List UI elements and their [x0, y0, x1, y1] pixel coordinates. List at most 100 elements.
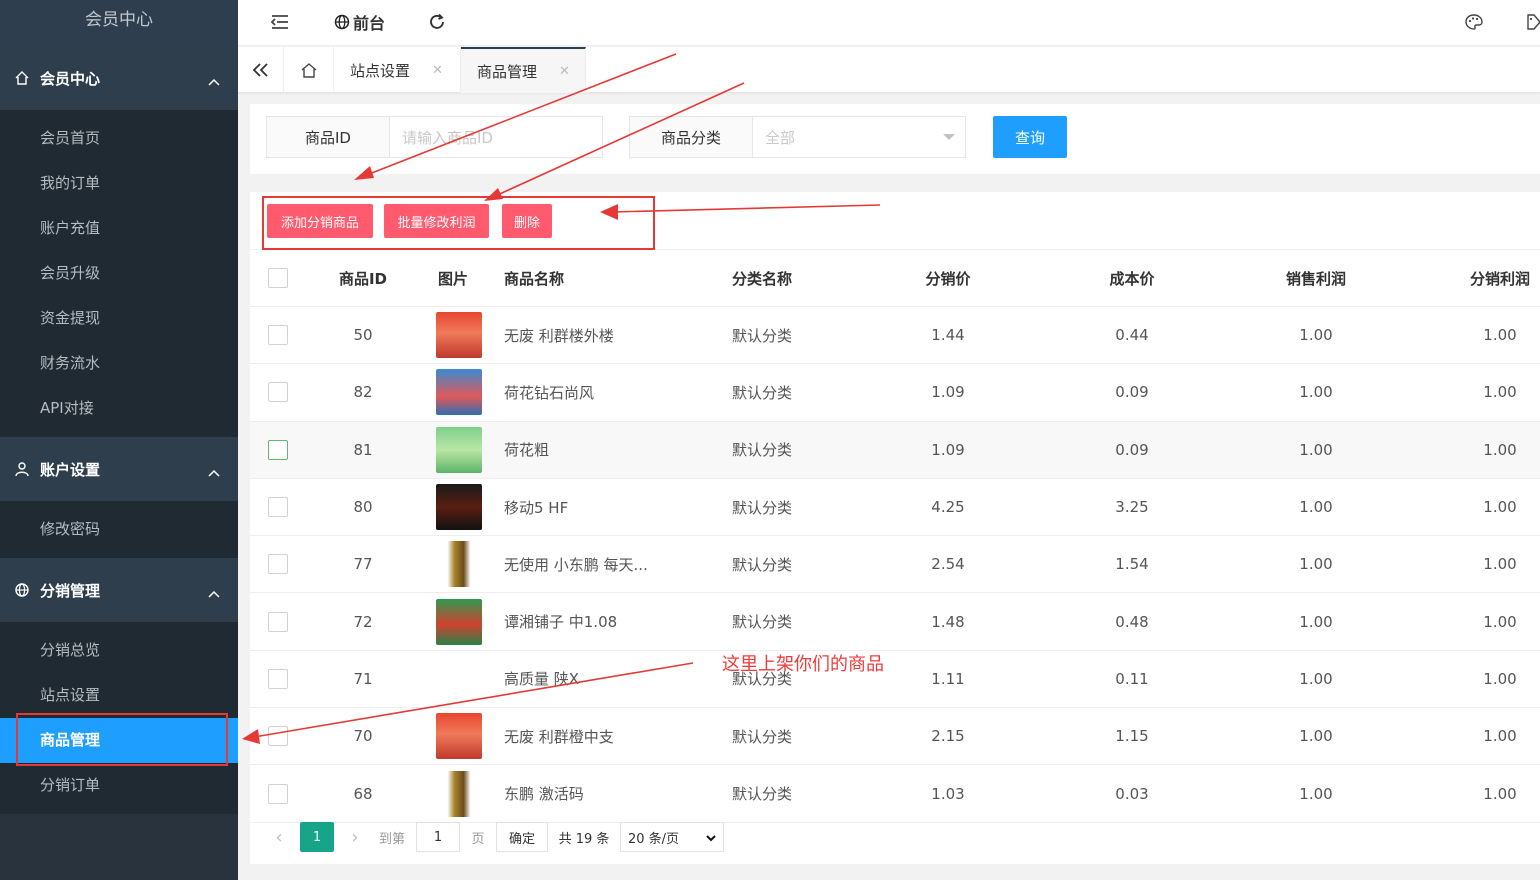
cell-dist-profit: 1.00: [1483, 669, 1517, 688]
annotation-note: 这里上架你们的商品: [722, 654, 884, 675]
category-select[interactable]: 全部: [753, 117, 965, 157]
row-checkbox[interactable]: [268, 422, 288, 478]
sidebar-item-overview[interactable]: 分销总览: [0, 628, 238, 673]
table-row[interactable]: 81 荷花粗 默认分类 1.09 0.09 1.00 1.00: [250, 421, 1540, 479]
next-page-icon[interactable]: ›: [342, 822, 368, 852]
goto-page-input[interactable]: 1: [416, 822, 460, 852]
sidebar-group-member[interactable]: 会员中心: [0, 46, 238, 110]
palette-icon[interactable]: [1464, 0, 1484, 44]
cell-dist-price: 1.03: [931, 784, 965, 803]
row-checkbox[interactable]: [268, 651, 288, 707]
prev-page-icon[interactable]: ‹: [266, 822, 292, 852]
row-checkbox[interactable]: [268, 479, 288, 535]
close-icon[interactable]: ✕: [432, 63, 443, 78]
cell-category: 默认分类: [732, 785, 793, 804]
sidebar-item-api[interactable]: API对接: [0, 386, 238, 431]
cell-cost-price: 3.25: [1115, 498, 1149, 517]
cell-product-id: 80: [353, 498, 373, 517]
row-checkbox[interactable]: [268, 307, 288, 363]
table-row[interactable]: 77 无使用 小东鹏 每天... 默认分类 2.54 1.54 1.00 1.00: [250, 536, 1540, 594]
chevron-up-icon: [208, 584, 220, 602]
cell-dist-profit: 1.00: [1483, 612, 1517, 631]
cell-cost-price: 0.48: [1115, 612, 1149, 631]
cell-category: 默认分类: [732, 613, 793, 632]
table-row[interactable]: 70 无废 利群橙中支 默认分类 2.15 1.15 1.00 1.00: [250, 708, 1540, 766]
goto-label: 到第: [378, 831, 405, 847]
cell-product-id: 68: [353, 784, 373, 803]
cell-category: 默认分类: [732, 383, 793, 402]
sidebar-group-label: 会员中心: [40, 69, 101, 88]
sidebar-item-site-settings[interactable]: 站点设置: [0, 673, 238, 718]
category-field: 商品分类 全部: [629, 116, 966, 158]
page-size-value: 20 条/页: [628, 831, 680, 847]
col-header: 分销价: [925, 269, 971, 288]
cell-product-name: 谭湘铺子 中1.08: [504, 613, 618, 632]
col-header: 分类名称: [732, 269, 793, 288]
row-checkbox[interactable]: [268, 708, 288, 764]
cell-product-name: 荷花粗: [504, 441, 550, 460]
table-header: 商品ID 图片 商品名称 分类名称 分销价 成本价 销售利润 分销利润: [250, 249, 1540, 307]
chevron-up-icon: [208, 463, 220, 481]
sidebar-group-distribution[interactable]: 分销管理: [0, 558, 238, 622]
cell-cost-price: 0.03: [1115, 784, 1149, 803]
sidebar-group-account[interactable]: 账户设置: [0, 437, 238, 501]
cell-product-id: 77: [353, 555, 373, 574]
tab-scroll-left-icon[interactable]: [238, 47, 284, 93]
sidebar-item-withdraw[interactable]: 资金提现: [0, 296, 238, 341]
page-1-button[interactable]: 1: [300, 822, 334, 852]
sidebar-item-recharge[interactable]: 账户充值: [0, 206, 238, 251]
sidebar-item-change-password[interactable]: 修改密码: [0, 507, 238, 552]
home-icon: [12, 70, 32, 86]
close-icon[interactable]: ✕: [559, 64, 570, 79]
cell-cost-price: 0.11: [1115, 669, 1149, 688]
frontend-link[interactable]: 前台: [334, 0, 385, 44]
globe-icon: [12, 582, 32, 598]
sidebar-item-dist-orders[interactable]: 分销订单: [0, 763, 238, 808]
cell-product-name: 东鹏 激活码: [504, 785, 584, 804]
sidebar-item-member-home[interactable]: 会员首页: [0, 116, 238, 161]
row-checkbox[interactable]: [268, 765, 288, 821]
table-row[interactable]: 72 谭湘铺子 中1.08 默认分类 1.48 0.48 1.00 1.00: [250, 594, 1540, 651]
tab-home-icon[interactable]: [284, 47, 334, 93]
row-checkbox[interactable]: [268, 594, 288, 650]
sidebar-item-upgrade[interactable]: 会员升级: [0, 251, 238, 296]
pagination: ‹ 1 › 到第 1 页 确定 共 19 条 20 条/页: [250, 822, 1050, 852]
cell-sale-profit: 1.00: [1299, 784, 1333, 803]
goto-confirm-button[interactable]: 确定: [496, 822, 548, 852]
cell-cost-price: 0.44: [1115, 326, 1149, 345]
page-size-select[interactable]: 20 条/页: [620, 822, 724, 852]
row-checkbox[interactable]: [268, 364, 288, 420]
sidebar-item-my-orders[interactable]: 我的订单: [0, 161, 238, 206]
sidebar-group-label: 账户设置: [40, 460, 101, 479]
cell-sale-profit: 1.00: [1299, 555, 1333, 574]
select-all-checkbox[interactable]: [268, 250, 288, 306]
cell-product-id: 82: [353, 383, 373, 402]
product-thumbnail: [436, 594, 482, 650]
tab-product-management[interactable]: 商品管理 ✕: [461, 47, 586, 93]
cell-product-name: 无废 利群楼外楼: [504, 326, 614, 345]
query-button[interactable]: 查询: [993, 116, 1067, 158]
cell-sale-profit: 1.00: [1299, 498, 1333, 517]
tab-label: 商品管理: [477, 62, 538, 81]
cell-product-name: 移动5 HF: [504, 498, 569, 517]
table-row[interactable]: 80 移动5 HF 默认分类 4.25 3.25 1.00 1.00: [250, 479, 1540, 537]
tag-icon[interactable]: [1526, 0, 1540, 44]
product-id-input[interactable]: 请输入商品ID: [390, 117, 602, 157]
table-row[interactable]: 50 无废 利群楼外楼 默认分类 1.44 0.44 1.00 1.00: [250, 307, 1540, 365]
row-checkbox[interactable]: [268, 536, 288, 592]
sidebar-item-finance[interactable]: 财务流水: [0, 341, 238, 386]
refresh-icon[interactable]: [428, 0, 446, 44]
table-row[interactable]: 82 荷花钻石尚风 默认分类 1.09 0.09 1.00 1.00: [250, 364, 1540, 422]
cell-dist-price: 1.09: [931, 440, 965, 459]
cell-product-name: 高质量 陕X: [504, 670, 580, 689]
cell-category: 默认分类: [732, 498, 793, 517]
col-header: 分销利润: [1469, 269, 1530, 288]
cell-dist-price: 1.44: [931, 326, 965, 345]
table-row[interactable]: 71 高质量 陕X 默认分类 1.11 0.11 1.00 1.00: [250, 651, 1540, 709]
tab-site-settings[interactable]: 站点设置 ✕: [334, 47, 461, 93]
col-header: 图片: [438, 269, 469, 288]
menu-collapse-icon[interactable]: [270, 0, 290, 44]
table-row[interactable]: 68 东鹏 激活码 默认分类 1.03 0.03 1.00 1.00: [250, 765, 1540, 823]
annotation-box-menu: [16, 713, 228, 766]
cell-dist-price: 2.54: [931, 555, 965, 574]
